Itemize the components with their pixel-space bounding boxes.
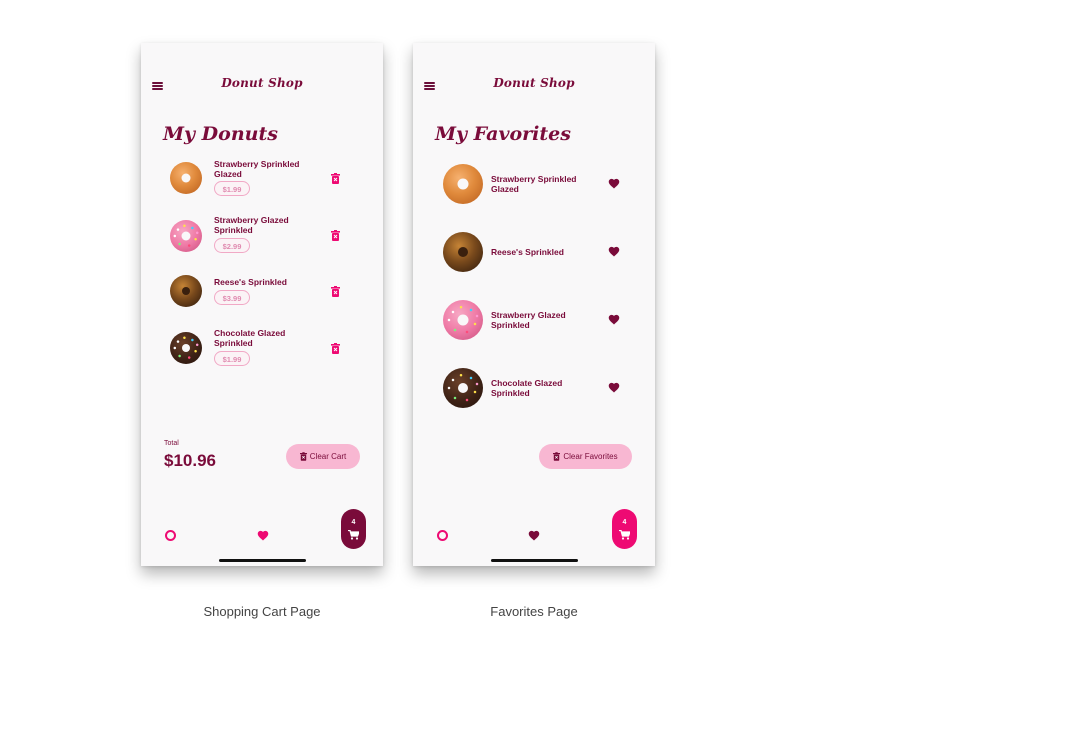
favorites-caption: Favorites Page (490, 604, 578, 619)
cart-icon (619, 529, 630, 540)
price-badge: $3.99 (214, 290, 250, 305)
clear-favorites-button[interactable]: Clear Favorites (539, 444, 632, 469)
cart-icon (348, 529, 359, 540)
favorite-item-name: Strawberry Sprinkled Glazed (491, 174, 577, 194)
cart-item-name: Strawberry Glazed Sprinkled (214, 215, 289, 235)
cart-count-badge: 4 (622, 518, 627, 526)
cart-count-badge: 4 (351, 518, 356, 526)
chocolate-sprinkled-donut-image (443, 368, 483, 408)
reese-donut-image (170, 275, 202, 307)
clear-cart-button[interactable]: Clear Cart (286, 444, 360, 469)
app-title: Donut Shop (493, 76, 575, 90)
favorite-item-name: Reese's Sprinkled (491, 247, 564, 257)
pink-sprinkled-donut-image (170, 220, 202, 252)
favorite-item-name: Chocolate Glazed Sprinkled (491, 378, 563, 398)
cart-nav-button[interactable]: 4 (612, 509, 637, 549)
reese-donut-image (443, 232, 483, 272)
home-indicator (219, 559, 306, 562)
price-badge: $1.99 (214, 181, 250, 196)
cart-item-name: Reese's Sprinkled (214, 277, 287, 287)
page-title: My Favorites (435, 123, 571, 145)
heart-nav-icon[interactable] (528, 530, 540, 541)
trash-icon[interactable] (331, 173, 340, 184)
page-title: My Donuts (163, 123, 278, 145)
trash-icon[interactable] (331, 343, 340, 354)
chocolate-sprinkled-donut-image (170, 332, 202, 364)
heart-nav-icon[interactable] (257, 530, 269, 541)
donut-nav-icon[interactable] (437, 530, 448, 541)
price-badge: $1.99 (214, 351, 250, 366)
heart-icon[interactable] (608, 246, 620, 257)
glazed-donut-image (170, 162, 202, 194)
glazed-donut-image (443, 164, 483, 204)
total-value: $10.96 (164, 451, 216, 470)
clear-favorites-label: Clear Favorites (563, 452, 618, 461)
favorites-screen: Donut Shop My Favorites Strawberry Sprin… (413, 43, 655, 566)
heart-icon[interactable] (608, 314, 620, 325)
donut-nav-icon[interactable] (165, 530, 176, 541)
clear-cart-label: Clear Cart (309, 452, 347, 461)
trash-icon (553, 452, 561, 461)
cart-item-name: Strawberry Sprinkled Glazed (214, 159, 300, 179)
cart-nav-button[interactable]: 4 (341, 509, 366, 549)
shopping-cart-screen: Donut Shop My Donuts Strawberry Sprinkle… (141, 43, 383, 566)
shopping-cart-caption: Shopping Cart Page (203, 604, 321, 619)
app-title: Donut Shop (221, 76, 303, 90)
pink-sprinkled-donut-image (443, 300, 483, 340)
heart-icon[interactable] (608, 178, 620, 189)
cart-item-name: Chocolate Glazed Sprinkled (214, 328, 286, 348)
total-label: Total (164, 440, 179, 447)
heart-icon[interactable] (608, 382, 620, 393)
favorite-item-name: Strawberry Glazed Sprinkled (491, 310, 566, 330)
trash-icon (299, 452, 307, 461)
trash-icon[interactable] (331, 230, 340, 241)
price-badge: $2.99 (214, 238, 250, 253)
home-indicator (491, 559, 578, 562)
trash-icon[interactable] (331, 286, 340, 297)
